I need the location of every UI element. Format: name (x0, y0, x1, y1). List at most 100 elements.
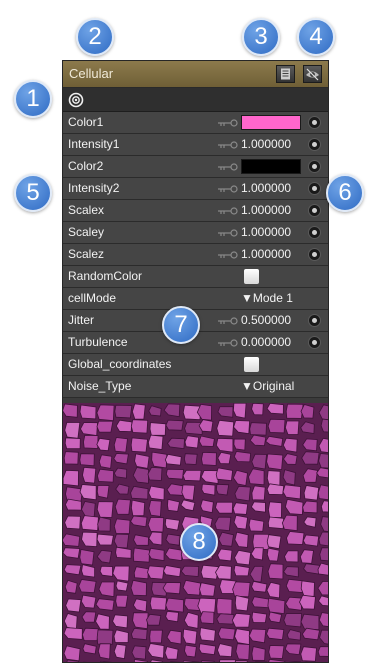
texture-cell (266, 453, 284, 471)
texture-cell (132, 547, 150, 563)
connect-icon[interactable] (308, 336, 321, 349)
dropdown[interactable]: ▼Original (241, 379, 294, 393)
texture-cell (130, 579, 147, 597)
texture-cell (147, 466, 163, 481)
connect-icon[interactable] (308, 116, 321, 129)
texture-cell (166, 483, 185, 496)
property-row-intensity2: Intensity2 1.000000 (63, 178, 328, 200)
texture-cell (130, 437, 148, 453)
texture-cell (201, 451, 217, 466)
texture-cell (215, 483, 230, 496)
texture-cell (233, 564, 250, 577)
dropdown[interactable]: ▼Mode 1 (241, 291, 293, 305)
connect-icon[interactable] (308, 226, 321, 239)
callout-badge: 5 (14, 174, 52, 212)
texture-cell (216, 597, 233, 615)
list-icon[interactable] (276, 65, 295, 83)
callout-badge: 1 (14, 80, 52, 118)
connect-icon[interactable] (308, 204, 321, 217)
connect-icon[interactable] (308, 314, 321, 327)
property-label: cellMode (68, 291, 117, 305)
target-icon[interactable] (68, 92, 84, 113)
number-field[interactable]: 1.000000 (241, 247, 291, 261)
connect-icon[interactable] (308, 160, 321, 173)
texture-cell (248, 518, 265, 532)
texture-cell (147, 516, 165, 533)
texture-cell (82, 466, 97, 484)
texture-cell (63, 564, 82, 576)
property-row-scalez: Scalez 1.000000 (63, 244, 328, 266)
connect-icon[interactable] (308, 138, 321, 151)
texture-cell (99, 565, 113, 577)
connect-icon[interactable] (308, 248, 321, 261)
texture-cell (251, 403, 264, 416)
number-field[interactable]: 1.000000 (241, 203, 291, 217)
number-field[interactable]: 0.500000 (241, 313, 291, 327)
property-label: Global_coordinates (68, 357, 172, 371)
texture-cell (249, 422, 267, 436)
key-icon[interactable] (218, 119, 238, 127)
key-icon[interactable] (218, 229, 238, 237)
checkbox[interactable] (244, 357, 259, 372)
key-icon[interactable] (218, 163, 238, 171)
number-field[interactable]: 1.000000 (241, 225, 291, 239)
texture-cell (199, 611, 215, 625)
property-label: Color1 (68, 115, 104, 129)
texture-cell (96, 468, 115, 483)
number-field[interactable]: 1.000000 (241, 181, 291, 195)
texture-cell (301, 451, 320, 465)
panel-title-bar: Cellular (63, 61, 328, 88)
texture-cell (182, 469, 202, 482)
number-field[interactable]: 0.000000 (241, 335, 291, 349)
checkbox[interactable] (244, 269, 259, 284)
texture-cell (64, 437, 81, 450)
texture-cell (234, 485, 251, 502)
eye-icon[interactable] (303, 65, 322, 83)
key-icon[interactable] (218, 207, 238, 215)
texture-cell (64, 421, 81, 439)
texture-cell (151, 451, 168, 469)
texture-cell (147, 565, 165, 580)
texture-cell (63, 645, 81, 662)
number-field[interactable]: 1.000000 (241, 137, 291, 151)
connect-icon[interactable] (308, 182, 321, 195)
texture-cell (302, 500, 318, 514)
texture-cell (199, 627, 216, 642)
texture-cell (232, 502, 249, 515)
texture-cell (148, 500, 162, 517)
panel-toolbar (63, 88, 328, 112)
texture-cell (299, 594, 316, 610)
texture-cell (96, 420, 114, 433)
texture-cell (164, 646, 179, 660)
texture-cell (148, 485, 165, 501)
texture-cell (115, 419, 133, 433)
texture-cell (165, 468, 184, 480)
panel-title: Cellular (69, 66, 114, 81)
texture-cell (146, 613, 162, 626)
key-icon[interactable] (218, 141, 238, 149)
texture-cell (164, 453, 182, 466)
key-icon[interactable] (218, 317, 238, 325)
property-label: Scalex (68, 203, 105, 217)
shader-panel: Cellular Color1 Intensity1 1.000000 Colo… (62, 60, 329, 663)
key-icon[interactable] (218, 251, 238, 259)
texture-cell (97, 643, 111, 660)
property-label: Color2 (68, 159, 104, 173)
texture-cell (64, 515, 81, 530)
texture-cell (302, 534, 320, 547)
texture-cell (114, 404, 133, 419)
texture-cell (267, 501, 283, 518)
property-row-intensity1: Intensity1 1.000000 (63, 134, 328, 156)
texture-cell (266, 627, 285, 641)
texture-cell (98, 581, 115, 598)
texture-cell (115, 594, 129, 608)
color-swatch[interactable] (241, 115, 301, 130)
texture-cell (63, 533, 81, 547)
key-icon[interactable] (218, 339, 238, 347)
texture-cell (115, 580, 129, 592)
texture-cell (217, 548, 233, 562)
color-swatch[interactable] (241, 159, 301, 174)
texture-cell (285, 403, 304, 419)
key-icon[interactable] (218, 185, 238, 193)
dropdown-value: Mode 1 (252, 291, 293, 305)
